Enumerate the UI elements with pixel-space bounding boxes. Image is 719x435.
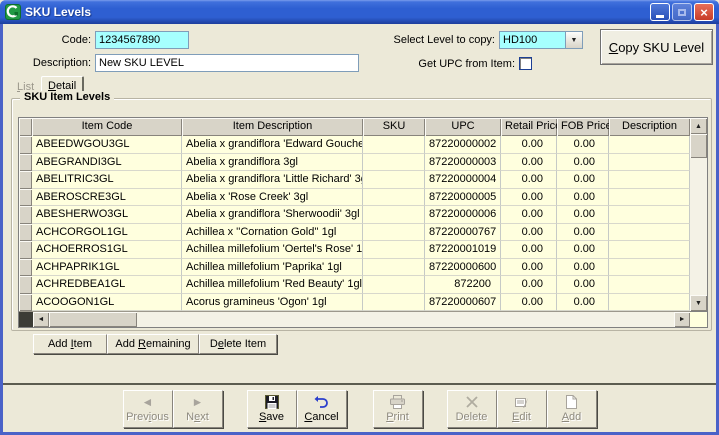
get-upc-label: Get UPC from Item: bbox=[418, 58, 515, 70]
scroll-down-icon[interactable]: ▼ bbox=[690, 295, 707, 311]
table-row[interactable]: ACHCORGOL1GL Achillea x ''Cornation Gold… bbox=[19, 223, 691, 241]
close-button[interactable]: × bbox=[694, 3, 714, 21]
grid-header-row: Item Code Item Description SKU UPC Retai… bbox=[19, 118, 691, 136]
row-selector[interactable] bbox=[19, 206, 32, 224]
save-button[interactable]: Save bbox=[246, 390, 297, 428]
description-label: Description: bbox=[32, 57, 91, 69]
column-header-upc[interactable]: UPC bbox=[425, 118, 501, 136]
description-input[interactable]: New SKU LEVEL bbox=[95, 54, 359, 72]
select-level-value: HD100 bbox=[503, 34, 538, 46]
code-label: Code: bbox=[61, 34, 91, 46]
vertical-scroll-track[interactable] bbox=[690, 158, 707, 295]
row-selector[interactable] bbox=[19, 223, 32, 241]
row-selector[interactable] bbox=[19, 293, 32, 311]
scrollbar-corner bbox=[690, 311, 707, 327]
table-row[interactable]: ACOOGON1GL Acorus gramineus 'Ogon' 1gl 8… bbox=[19, 293, 691, 311]
row-selector[interactable] bbox=[19, 188, 32, 206]
window-title: SKU Levels bbox=[25, 5, 92, 19]
next-button: ► Next bbox=[172, 390, 223, 428]
add-item-button[interactable]: Add Item bbox=[33, 334, 107, 354]
app-icon bbox=[5, 4, 21, 20]
record-toolbar: ◄ Previous ► Next Save Cancel Print Dele… bbox=[3, 390, 716, 428]
table-row[interactable]: ABELITRIC3GL Abelia x grandiflora 'Littl… bbox=[19, 171, 691, 189]
select-level-label: Select Level to copy: bbox=[393, 34, 495, 46]
previous-icon: ◄ bbox=[141, 395, 154, 409]
next-icon: ► bbox=[191, 395, 204, 409]
divider bbox=[3, 383, 716, 385]
table-row[interactable]: ABEEDWGOU3GL Abelia x grandiflora 'Edwar… bbox=[19, 136, 691, 154]
row-selector[interactable] bbox=[19, 153, 32, 171]
scrollbar-dark-corner bbox=[19, 312, 33, 327]
horizontal-scroll-thumb[interactable] bbox=[49, 312, 137, 327]
edit-button: Edit bbox=[496, 390, 547, 428]
printer-icon bbox=[390, 394, 405, 410]
vertical-scrollbar[interactable]: ▲ ▼ bbox=[690, 118, 707, 327]
column-header-description[interactable]: Description bbox=[609, 118, 691, 136]
column-header-fob-price[interactable]: FOB Price bbox=[557, 118, 609, 136]
sku-item-grid: Item Code Item Description SKU UPC Retai… bbox=[18, 117, 708, 328]
save-icon bbox=[264, 394, 279, 410]
code-input[interactable]: 1234567890 bbox=[95, 31, 189, 49]
scroll-left-icon[interactable]: ◄ bbox=[33, 312, 49, 327]
previous-button: ◄ Previous bbox=[122, 390, 173, 428]
row-selector[interactable] bbox=[19, 258, 32, 276]
delete-button: Delete bbox=[446, 390, 497, 428]
select-level-combo[interactable]: HD100 ▼ bbox=[499, 31, 583, 49]
table-row[interactable]: ACHREDBEA1GL Achillea millefolium 'Red B… bbox=[19, 276, 691, 294]
column-header-item-code[interactable]: Item Code bbox=[32, 118, 182, 136]
column-header-item-description[interactable]: Item Description bbox=[182, 118, 363, 136]
print-button: Print bbox=[372, 390, 423, 428]
undo-icon bbox=[314, 394, 329, 410]
grid-corner-cell bbox=[19, 118, 32, 136]
horizontal-scrollbar[interactable]: ◄ ► bbox=[19, 311, 691, 327]
add-remaining-button[interactable]: Add Remaining bbox=[107, 334, 199, 354]
edit-icon bbox=[514, 394, 529, 410]
table-row[interactable]: ACHOERROS1GL Achillea millefolium 'Oerte… bbox=[19, 241, 691, 259]
delete-x-icon bbox=[465, 394, 478, 410]
grid-rows: ABEEDWGOU3GL Abelia x grandiflora 'Edwar… bbox=[19, 136, 691, 311]
delete-item-button[interactable]: Delete Item bbox=[199, 334, 277, 354]
column-header-sku[interactable]: SKU bbox=[363, 118, 425, 136]
scroll-up-icon[interactable]: ▲ bbox=[690, 118, 707, 134]
table-row[interactable]: ABEROSCRE3GL Abelia x 'Rose Creek' 3gl 8… bbox=[19, 188, 691, 206]
vertical-scroll-thumb[interactable] bbox=[690, 134, 707, 158]
row-selector[interactable] bbox=[19, 136, 32, 154]
table-row[interactable]: ABESHERWO3GL Abelia x grandiflora 'Sherw… bbox=[19, 206, 691, 224]
table-row[interactable]: ABEGRANDI3GL Abelia x grandiflora 3gl 87… bbox=[19, 153, 691, 171]
row-selector[interactable] bbox=[19, 241, 32, 259]
cancel-button[interactable]: Cancel bbox=[296, 390, 347, 428]
scroll-right-icon[interactable]: ► bbox=[674, 312, 691, 327]
chevron-down-icon[interactable]: ▼ bbox=[565, 32, 582, 48]
horizontal-scroll-track[interactable] bbox=[137, 312, 674, 327]
sku-levels-window: SKU Levels × Code: 1234567890 Descriptio… bbox=[0, 0, 719, 435]
new-page-icon bbox=[566, 394, 577, 410]
maximize-button bbox=[672, 3, 692, 21]
group-title: SKU Item Levels bbox=[20, 91, 115, 103]
minimize-button[interactable] bbox=[650, 3, 670, 21]
column-header-retail-price[interactable]: Retail Price bbox=[501, 118, 557, 136]
row-selector[interactable] bbox=[19, 276, 32, 294]
row-selector[interactable] bbox=[19, 171, 32, 189]
add-button: Add bbox=[546, 390, 597, 428]
table-row[interactable]: ACHPAPRIK1GL Achillea millefolium 'Papri… bbox=[19, 258, 691, 276]
get-upc-checkbox[interactable] bbox=[519, 57, 532, 70]
copy-sku-level-button[interactable]: Copy SKU Level bbox=[600, 29, 713, 65]
